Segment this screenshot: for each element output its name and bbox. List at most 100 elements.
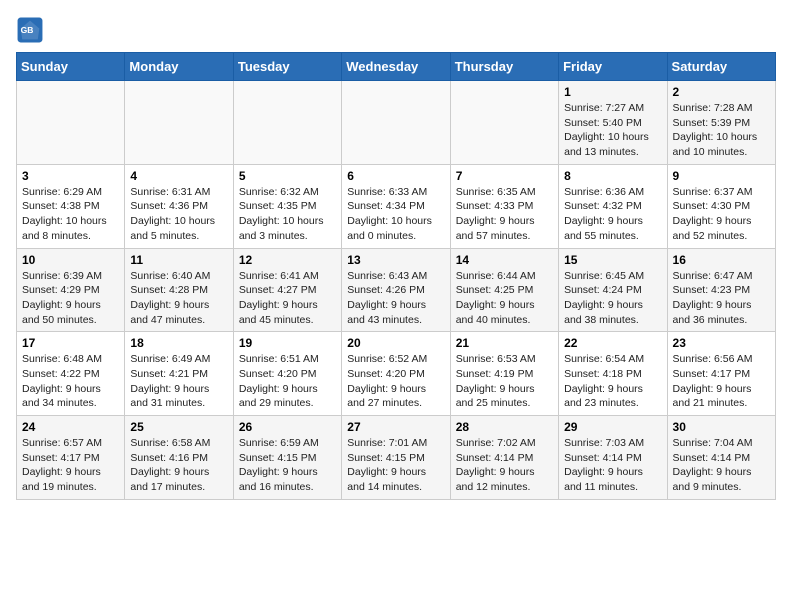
day-number: 27 xyxy=(347,420,444,434)
day-number: 28 xyxy=(456,420,553,434)
day-cell: 3 Sunrise: 6:29 AMSunset: 4:38 PMDaylight… xyxy=(17,164,125,248)
day-cell: 28 Sunrise: 7:02 AMSunset: 4:14 PMDayligh… xyxy=(450,416,558,500)
day-cell: 6 Sunrise: 6:33 AMSunset: 4:34 PMDaylight… xyxy=(342,164,450,248)
day-info: Sunrise: 6:33 AMSunset: 4:34 PMDaylight:… xyxy=(347,185,444,244)
day-cell xyxy=(233,81,341,165)
day-info: Sunrise: 6:52 AMSunset: 4:20 PMDaylight:… xyxy=(347,352,444,411)
day-info: Sunrise: 6:57 AMSunset: 4:17 PMDaylight:… xyxy=(22,436,119,495)
day-cell: 20 Sunrise: 6:52 AMSunset: 4:20 PMDayligh… xyxy=(342,332,450,416)
day-info: Sunrise: 7:03 AMSunset: 4:14 PMDaylight:… xyxy=(564,436,661,495)
day-number: 8 xyxy=(564,169,661,183)
day-info: Sunrise: 6:43 AMSunset: 4:26 PMDaylight:… xyxy=(347,269,444,328)
day-info: Sunrise: 6:49 AMSunset: 4:21 PMDaylight:… xyxy=(130,352,227,411)
day-cell: 12 Sunrise: 6:41 AMSunset: 4:27 PMDayligh… xyxy=(233,248,341,332)
day-cell xyxy=(342,81,450,165)
day-number: 1 xyxy=(564,85,661,99)
day-cell: 19Sunrise: 6:51 AMSunset: 4:20 PMDayligh… xyxy=(233,332,341,416)
day-number: 15 xyxy=(564,253,661,267)
day-info: Sunrise: 6:54 AMSunset: 4:18 PMDaylight:… xyxy=(564,352,661,411)
day-info: Sunrise: 6:53 AMSunset: 4:19 PMDaylight:… xyxy=(456,352,553,411)
day-number: 6 xyxy=(347,169,444,183)
day-number: 2 xyxy=(673,85,770,99)
day-cell: 22 Sunrise: 6:54 AMSunset: 4:18 PMDayligh… xyxy=(559,332,667,416)
day-cell: 17Sunrise: 6:48 AMSunset: 4:22 PMDayligh… xyxy=(17,332,125,416)
calendar: SundayMondayTuesdayWednesdayThursdayFrid… xyxy=(16,52,776,500)
logo: GB xyxy=(16,16,48,44)
header-friday: Friday xyxy=(559,53,667,81)
day-info: Sunrise: 6:59 AMSunset: 4:15 PMDaylight:… xyxy=(239,436,336,495)
day-number: 25 xyxy=(130,420,227,434)
day-cell: 30 Sunrise: 7:04 AMSunset: 4:14 PMDayligh… xyxy=(667,416,775,500)
day-cell: 29Sunrise: 7:03 AMSunset: 4:14 PMDayligh… xyxy=(559,416,667,500)
header: GB xyxy=(16,16,776,44)
day-number: 30 xyxy=(673,420,770,434)
day-number: 17 xyxy=(22,336,119,350)
week-row-2: 3 Sunrise: 6:29 AMSunset: 4:38 PMDaylight… xyxy=(17,164,776,248)
day-info: Sunrise: 6:35 AMSunset: 4:33 PMDaylight:… xyxy=(456,185,553,244)
day-number: 13 xyxy=(347,253,444,267)
day-info: Sunrise: 6:58 AMSunset: 4:16 PMDaylight:… xyxy=(130,436,227,495)
day-info: Sunrise: 7:27 AMSunset: 5:40 PMDaylight:… xyxy=(564,101,661,160)
day-info: Sunrise: 6:29 AMSunset: 4:38 PMDaylight:… xyxy=(22,185,119,244)
day-number: 12 xyxy=(239,253,336,267)
day-info: Sunrise: 6:56 AMSunset: 4:17 PMDaylight:… xyxy=(673,352,770,411)
day-cell: 4 Sunrise: 6:31 AMSunset: 4:36 PMDaylight… xyxy=(125,164,233,248)
day-cell: 11Sunrise: 6:40 AMSunset: 4:28 PMDayligh… xyxy=(125,248,233,332)
day-info: Sunrise: 7:02 AMSunset: 4:14 PMDaylight:… xyxy=(456,436,553,495)
day-cell: 27 Sunrise: 7:01 AMSunset: 4:15 PMDayligh… xyxy=(342,416,450,500)
day-cell: 23 Sunrise: 6:56 AMSunset: 4:17 PMDayligh… xyxy=(667,332,775,416)
day-info: Sunrise: 7:04 AMSunset: 4:14 PMDaylight:… xyxy=(673,436,770,495)
day-cell: 10Sunrise: 6:39 AMSunset: 4:29 PMDayligh… xyxy=(17,248,125,332)
header-thursday: Thursday xyxy=(450,53,558,81)
day-number: 9 xyxy=(673,169,770,183)
day-cell: 13 Sunrise: 6:43 AMSunset: 4:26 PMDayligh… xyxy=(342,248,450,332)
day-number: 11 xyxy=(130,253,227,267)
day-number: 20 xyxy=(347,336,444,350)
day-number: 26 xyxy=(239,420,336,434)
day-info: Sunrise: 6:45 AMSunset: 4:24 PMDaylight:… xyxy=(564,269,661,328)
day-number: 5 xyxy=(239,169,336,183)
day-info: Sunrise: 6:44 AMSunset: 4:25 PMDaylight:… xyxy=(456,269,553,328)
svg-text:GB: GB xyxy=(21,25,34,35)
day-cell: 21 Sunrise: 6:53 AMSunset: 4:19 PMDayligh… xyxy=(450,332,558,416)
day-cell: 9Sunrise: 6:37 AMSunset: 4:30 PMDaylight… xyxy=(667,164,775,248)
day-number: 24 xyxy=(22,420,119,434)
day-info: Sunrise: 6:32 AMSunset: 4:35 PMDaylight:… xyxy=(239,185,336,244)
day-cell: 8 Sunrise: 6:36 AMSunset: 4:32 PMDaylight… xyxy=(559,164,667,248)
day-cell: 18 Sunrise: 6:49 AMSunset: 4:21 PMDayligh… xyxy=(125,332,233,416)
day-cell: 16 Sunrise: 6:47 AMSunset: 4:23 PMDayligh… xyxy=(667,248,775,332)
day-info: Sunrise: 6:36 AMSunset: 4:32 PMDaylight:… xyxy=(564,185,661,244)
day-info: Sunrise: 7:28 AMSunset: 5:39 PMDaylight:… xyxy=(673,101,770,160)
week-row-3: 10Sunrise: 6:39 AMSunset: 4:29 PMDayligh… xyxy=(17,248,776,332)
day-cell: 1 Sunrise: 7:27 AMSunset: 5:40 PMDaylight… xyxy=(559,81,667,165)
day-number: 3 xyxy=(22,169,119,183)
day-info: Sunrise: 6:41 AMSunset: 4:27 PMDaylight:… xyxy=(239,269,336,328)
day-cell: 26 Sunrise: 6:59 AMSunset: 4:15 PMDayligh… xyxy=(233,416,341,500)
header-sunday: Sunday xyxy=(17,53,125,81)
day-info: Sunrise: 6:31 AMSunset: 4:36 PMDaylight:… xyxy=(130,185,227,244)
header-wednesday: Wednesday xyxy=(342,53,450,81)
day-number: 7 xyxy=(456,169,553,183)
day-cell: 15 Sunrise: 6:45 AMSunset: 4:24 PMDayligh… xyxy=(559,248,667,332)
day-number: 18 xyxy=(130,336,227,350)
week-row-5: 24 Sunrise: 6:57 AMSunset: 4:17 PMDayligh… xyxy=(17,416,776,500)
day-info: Sunrise: 6:47 AMSunset: 4:23 PMDaylight:… xyxy=(673,269,770,328)
day-number: 16 xyxy=(673,253,770,267)
header-saturday: Saturday xyxy=(667,53,775,81)
day-cell: 14 Sunrise: 6:44 AMSunset: 4:25 PMDayligh… xyxy=(450,248,558,332)
day-number: 4 xyxy=(130,169,227,183)
calendar-header-row: SundayMondayTuesdayWednesdayThursdayFrid… xyxy=(17,53,776,81)
logo-icon: GB xyxy=(16,16,44,44)
day-info: Sunrise: 7:01 AMSunset: 4:15 PMDaylight:… xyxy=(347,436,444,495)
day-cell: 7 Sunrise: 6:35 AMSunset: 4:33 PMDaylight… xyxy=(450,164,558,248)
day-info: Sunrise: 6:39 AMSunset: 4:29 PMDaylight:… xyxy=(22,269,119,328)
day-number: 14 xyxy=(456,253,553,267)
day-number: 22 xyxy=(564,336,661,350)
header-monday: Monday xyxy=(125,53,233,81)
day-number: 23 xyxy=(673,336,770,350)
day-number: 19 xyxy=(239,336,336,350)
day-cell: 25 Sunrise: 6:58 AMSunset: 4:16 PMDayligh… xyxy=(125,416,233,500)
day-number: 21 xyxy=(456,336,553,350)
day-cell xyxy=(17,81,125,165)
day-cell xyxy=(125,81,233,165)
